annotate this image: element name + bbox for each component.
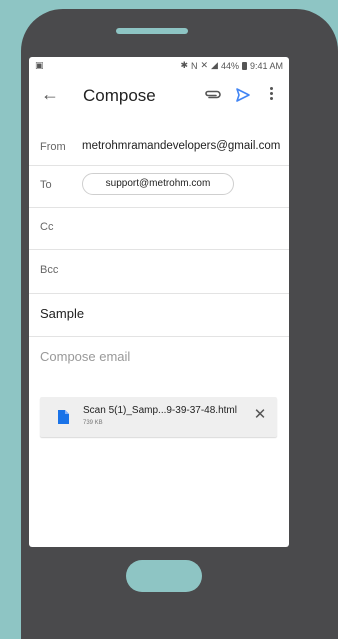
- file-icon: [58, 410, 69, 424]
- back-arrow-icon[interactable]: ←: [41, 84, 59, 104]
- page-title: Compose: [83, 86, 156, 105]
- more-vert-icon[interactable]: [268, 85, 274, 105]
- compose-body-input[interactable]: Compose email: [40, 349, 130, 364]
- nfc-icon: N: [190, 60, 198, 71]
- app-bar: ← Compose: [29, 75, 289, 115]
- attachment-name: Scan 5(1)_Samp...9-39-37-48.html: [83, 405, 237, 416]
- paperclip-icon[interactable]: [204, 88, 222, 100]
- remove-attachment-icon[interactable]: ✕: [253, 407, 267, 422]
- status-bar: ▣ ✱ N ✕ ◢ 44% 9:41 AM: [29, 57, 289, 75]
- from-field[interactable]: From metrohmramandevelopers@gmail.com: [29, 131, 289, 166]
- recipient-chip[interactable]: support@metrohm.com: [82, 173, 234, 195]
- status-time: 9:41 AM: [249, 60, 283, 71]
- attachment-size: 739 KB: [83, 420, 103, 426]
- bcc-field[interactable]: Bcc: [29, 250, 289, 294]
- attachment-card[interactable]: Scan 5(1)_Samp...9-39-37-48.html 739 KB …: [40, 397, 277, 437]
- battery-percent: 44%: [220, 60, 239, 71]
- phone-speaker: [116, 28, 188, 34]
- from-label: From: [40, 141, 66, 153]
- cc-label: Cc: [40, 221, 54, 233]
- to-label: To: [40, 179, 52, 191]
- battery-icon: [241, 61, 247, 70]
- subject-value: Sample: [40, 306, 85, 321]
- from-value: metrohmramandevelopers@gmail.com: [82, 140, 281, 152]
- to-field[interactable]: To support@metrohm.com: [29, 166, 289, 208]
- status-indicators: ✱ N ✕ ◢ 44% 9:41 AM: [180, 60, 283, 71]
- screenshot-icon: ▣: [35, 60, 44, 70]
- phone-screen: ▣ ✱ N ✕ ◢ 44% 9:41 AM ← Compose From met…: [29, 57, 289, 547]
- cc-field[interactable]: Cc: [29, 208, 289, 250]
- send-icon[interactable]: [235, 87, 251, 103]
- subject-field[interactable]: Sample: [29, 294, 289, 337]
- bcc-label: Bcc: [40, 264, 59, 276]
- mute-icon: ✕: [200, 60, 209, 70]
- signal-icon: ◢: [211, 60, 218, 70]
- bluetooth-icon: ✱: [180, 60, 188, 70]
- home-button[interactable]: [126, 560, 202, 592]
